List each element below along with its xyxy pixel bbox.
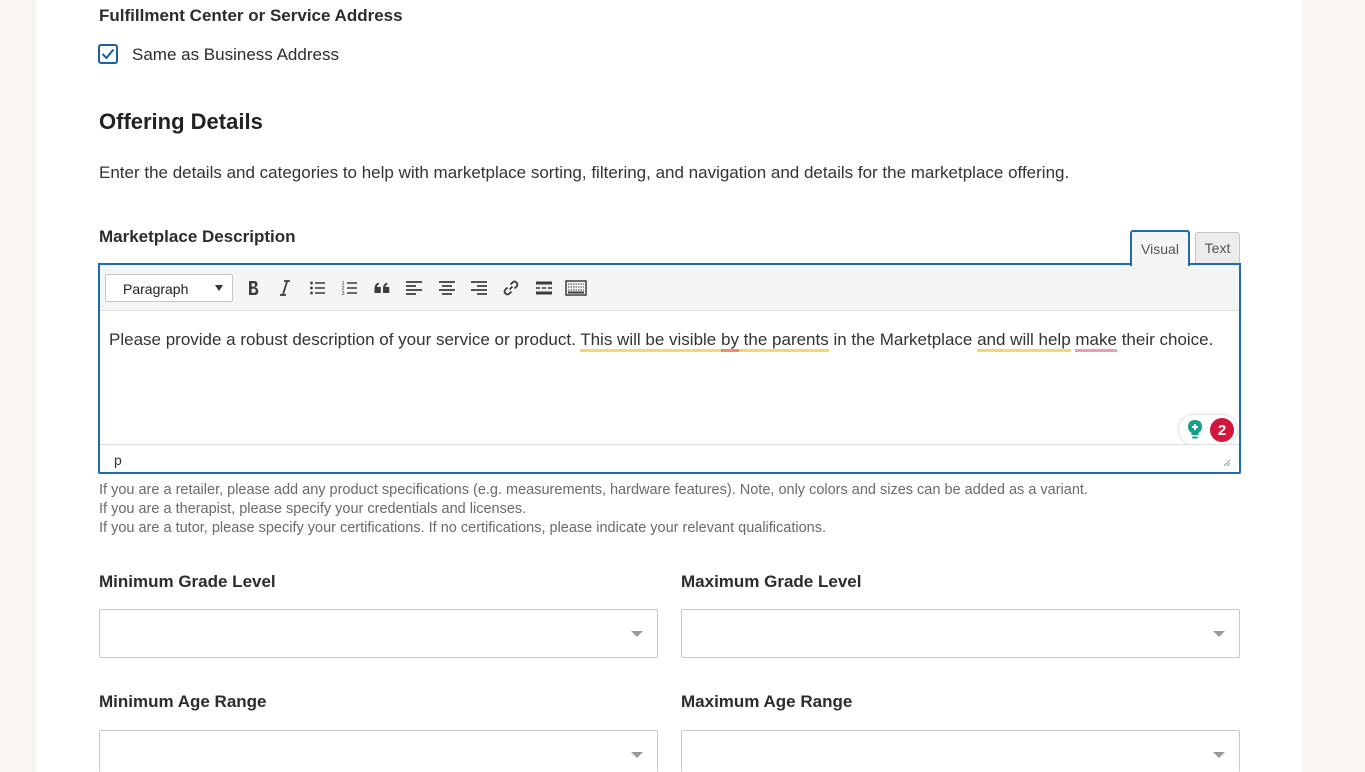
align-right-icon xyxy=(471,281,487,295)
align-center-button[interactable] xyxy=(433,274,461,302)
blockquote-icon xyxy=(374,282,390,293)
chevron-down-icon xyxy=(1213,752,1225,758)
min-age-label: Minimum Age Range xyxy=(99,692,267,711)
lightbulb-icon xyxy=(1188,420,1202,439)
bullet-list-button[interactable] xyxy=(304,274,332,302)
blockquote-button[interactable] xyxy=(368,274,396,302)
tab-visual[interactable]: Visual xyxy=(1130,230,1190,266)
min-grade-label: Minimum Grade Level xyxy=(99,572,276,591)
max-grade-select[interactable] xyxy=(681,609,1240,658)
resize-handle-icon[interactable] xyxy=(1223,459,1231,467)
format-select-value: Paragraph xyxy=(123,281,189,297)
grammar-suggestion[interactable]: This will be visible xyxy=(580,330,721,352)
min-age-select[interactable] xyxy=(99,730,658,772)
max-grade-label: Maximum Grade Level xyxy=(681,572,862,591)
grammarly-widget[interactable]: 2 xyxy=(1179,415,1237,445)
editor-content[interactable]: Please provide a robust description of y… xyxy=(109,328,1224,352)
same-as-business-label[interactable]: Same as Business Address xyxy=(132,45,339,65)
grammar-suggestion[interactable]: make xyxy=(1075,330,1117,352)
max-age-select[interactable] xyxy=(681,730,1240,772)
svg-text:3: 3 xyxy=(342,291,345,297)
chevron-down-icon xyxy=(1213,631,1225,637)
bold-icon xyxy=(249,281,259,295)
numbered-list-icon: 1 2 3 xyxy=(342,281,357,297)
editor-statusbar: p xyxy=(100,444,1239,472)
element-path[interactable]: p xyxy=(114,452,122,468)
chevron-down-icon xyxy=(215,285,223,291)
link-button[interactable] xyxy=(497,274,525,302)
editor-toolbar: Paragraph 1 2 3 xyxy=(100,265,1239,311)
align-right-button[interactable] xyxy=(465,274,493,302)
content-text: Please provide a robust description of y… xyxy=(109,330,581,349)
grammar-suggestion[interactable]: by xyxy=(720,330,739,352)
grammarly-issue-count: 2 xyxy=(1210,418,1234,442)
content-text: their choice. xyxy=(1116,330,1214,349)
help-text-retailer: If you are a retailer, please add any pr… xyxy=(99,482,1088,498)
format-select[interactable]: Paragraph xyxy=(105,274,233,302)
chevron-down-icon xyxy=(631,631,643,637)
checkmark-icon xyxy=(102,49,114,59)
grammar-suggestion[interactable]: the parents xyxy=(738,330,829,352)
section-description: Enter the details and categories to help… xyxy=(99,163,1070,182)
read-more-button[interactable] xyxy=(530,274,558,302)
grammar-suggestion[interactable]: and will help xyxy=(977,330,1071,352)
italic-button[interactable] xyxy=(271,274,299,302)
same-as-business-checkbox[interactable] xyxy=(98,44,118,64)
align-left-icon xyxy=(406,281,422,295)
link-icon xyxy=(503,280,519,296)
bullet-list-icon xyxy=(310,281,325,295)
rich-text-editor: Paragraph 1 2 3 Please provide a robust … xyxy=(98,263,1241,474)
align-left-button[interactable] xyxy=(400,274,428,302)
read-more-icon xyxy=(536,281,552,295)
chevron-down-icon xyxy=(631,752,643,758)
numbered-list-button[interactable]: 1 2 3 xyxy=(336,274,364,302)
toolbar-toggle-icon xyxy=(565,280,587,296)
content-text: in the Marketplace xyxy=(828,330,978,349)
align-center-icon xyxy=(439,281,455,295)
toolbar-toggle-button[interactable] xyxy=(562,274,590,302)
help-text-therapist: If you are a therapist, please specify y… xyxy=(99,501,527,517)
help-text-tutor: If you are a tutor, please specify your … xyxy=(99,520,826,536)
marketplace-description-label: Marketplace Description xyxy=(99,227,296,246)
max-age-label: Maximum Age Range xyxy=(681,692,853,711)
section-title: Offering Details xyxy=(99,109,263,134)
italic-icon xyxy=(280,280,290,296)
min-grade-select[interactable] xyxy=(99,609,658,658)
tab-text[interactable]: Text xyxy=(1195,232,1240,264)
fulfillment-heading: Fulfillment Center or Service Address xyxy=(99,6,403,25)
bold-button[interactable] xyxy=(239,274,267,302)
